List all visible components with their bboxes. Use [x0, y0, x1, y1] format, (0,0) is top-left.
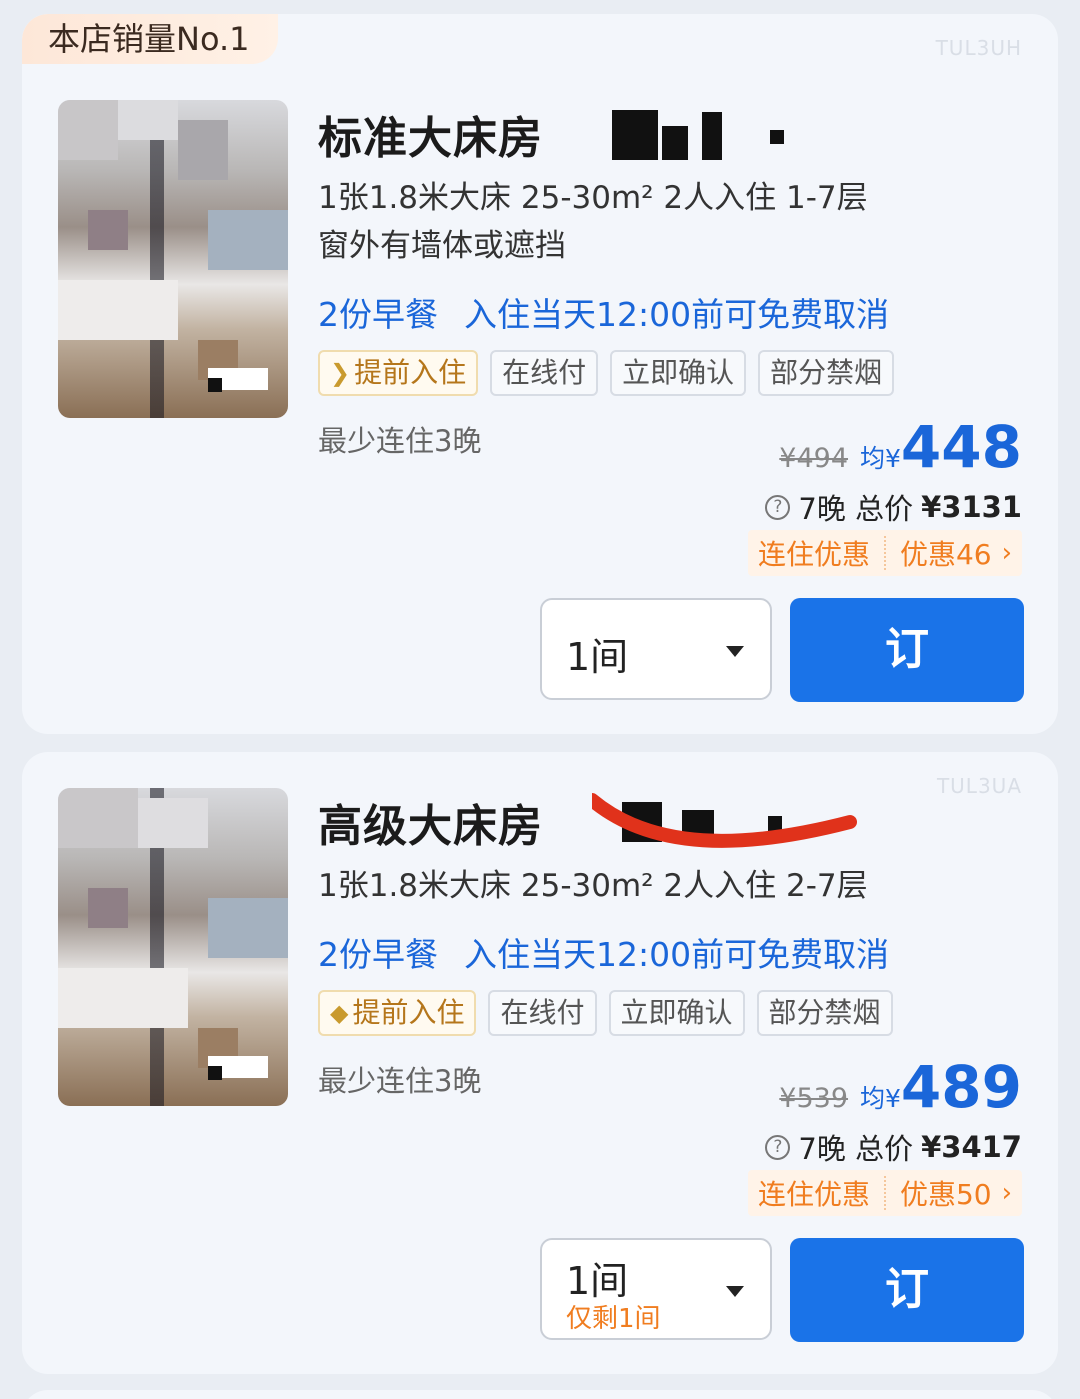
discount-badge[interactable]: 连住优惠 优惠50 › [747, 1170, 1022, 1216]
rooms-remaining: 仅剩1间 [566, 1304, 661, 1334]
help-icon[interactable]: ? [765, 494, 791, 520]
tag-online-pay: 在线付 [490, 350, 599, 396]
room-perks: 2份早餐 入住当天12:00前可免费取消 [318, 928, 889, 976]
quantity-value: 1间 [566, 635, 629, 679]
total-price: ¥3417 [921, 1130, 1022, 1164]
room-specs: 1张1.8米大床 25-30m² 2人入住 2-7层 [318, 862, 868, 910]
tag-instant-confirm: 立即确认 [608, 990, 745, 1036]
tag-partial-nonsmoking: 部分禁烟 [756, 990, 893, 1036]
tag-early-checkin[interactable]: ◆ 提前入住 [318, 990, 477, 1036]
cancellation-policy[interactable]: 入住当天12:00前可免费取消 [464, 295, 889, 334]
discount-amount: 优惠46 [899, 538, 992, 571]
room-code: TUL3UA [936, 774, 1022, 798]
total-price-row[interactable]: ? 7晚 总价 ¥3131 [765, 486, 1022, 528]
discount-amount: 优惠50 [899, 1178, 992, 1211]
caret-down-icon [726, 1286, 744, 1297]
redaction-mark [770, 130, 784, 144]
tag-partial-nonsmoking: 部分禁烟 [758, 350, 895, 396]
help-icon[interactable]: ? [765, 1134, 791, 1160]
room-photo[interactable] [58, 100, 288, 418]
redaction-mark [702, 112, 722, 160]
room-card-partial [22, 1390, 1058, 1399]
diamond-icon: ◆ [330, 999, 349, 1027]
room-name: 标准大床房 [318, 113, 543, 164]
breakfast-info: 2份早餐 [318, 295, 438, 334]
tag-instant-confirm: 立即确认 [610, 350, 747, 396]
diamond-icon: ❯ [330, 359, 351, 387]
chevron-right-icon: › [1001, 538, 1012, 568]
total-label: 7晚 总价 [798, 492, 914, 526]
room-perks: 2份早餐 入住当天12:00前可免费取消 [318, 288, 889, 336]
room-specs-line: 1张1.8米大床 25-30m² 2人入住 2-7层 [318, 868, 868, 904]
room-card[interactable]: TUL3UA 高级大床房 1张1.8米大床 25-30m² 2人入住 2-7层 … [22, 752, 1058, 1374]
room-view-note: 窗外有墙体或遮挡 [318, 228, 566, 264]
bestseller-badge: 本店销量No.1 [22, 14, 278, 64]
room-card[interactable]: 本店销量No.1 TUL3UH 标准大床房 1张1.8米大床 25-30m² 2… [22, 14, 1058, 734]
total-price-row[interactable]: ? 7晚 总价 ¥3417 [765, 1126, 1022, 1168]
tag-online-pay: 在线付 [488, 990, 597, 1036]
room-specs-line: 1张1.8米大床 25-30m² 2人入住 1-7层 [318, 180, 868, 216]
price-row: ¥539 均¥ 489 [779, 1058, 1022, 1116]
tag-early-checkin[interactable]: ❯ 提前入住 [318, 350, 479, 396]
quantity-value: 1间 [566, 1259, 629, 1303]
original-price: ¥539 [779, 1083, 849, 1114]
redaction-mark [662, 126, 688, 160]
min-stay: 最少连住3晚 [318, 1064, 482, 1098]
min-stay: 最少连住3晚 [318, 424, 482, 458]
divider [883, 536, 886, 570]
discount-label: 连住优惠 [757, 538, 870, 571]
divider [883, 1176, 886, 1210]
price-row: ¥494 均¥ 448 [779, 418, 1022, 476]
room-photo[interactable] [58, 788, 288, 1106]
discount-label: 连住优惠 [757, 1178, 870, 1211]
room-name: 高级大床房 [318, 801, 543, 852]
avg-price-prefix: 均¥ [860, 444, 901, 473]
original-price: ¥494 [779, 443, 849, 474]
room-quantity-select[interactable]: 1间 [540, 598, 772, 700]
tag-list: ❯ 提前入住 在线付 立即确认 部分禁烟 [318, 350, 895, 396]
chevron-right-icon: › [1001, 1178, 1012, 1208]
tag-list: ◆ 提前入住 在线付 立即确认 部分禁烟 [318, 990, 893, 1036]
avg-price-prefix: 均¥ [860, 1084, 901, 1113]
total-price: ¥3131 [921, 490, 1022, 524]
caret-down-icon [726, 646, 744, 657]
cancellation-policy[interactable]: 入住当天12:00前可免费取消 [464, 935, 889, 974]
breakfast-info: 2份早餐 [318, 935, 438, 974]
total-label: 7晚 总价 [798, 1132, 914, 1166]
avg-price: 489 [900, 1053, 1022, 1121]
room-list: 本店销量No.1 TUL3UH 标准大床房 1张1.8米大床 25-30m² 2… [0, 0, 1080, 1399]
red-scribble [592, 793, 857, 848]
redaction-mark [612, 110, 658, 160]
avg-price: 448 [900, 413, 1022, 481]
room-code: TUL3UH [935, 36, 1022, 60]
room-quantity-select[interactable]: 1间 仅剩1间 [540, 1238, 772, 1340]
book-button[interactable]: 订 [790, 1238, 1024, 1342]
book-button[interactable]: 订 [790, 598, 1024, 702]
discount-badge[interactable]: 连住优惠 优惠46 › [747, 530, 1022, 576]
room-specs: 1张1.8米大床 25-30m² 2人入住 1-7层 窗外有墙体或遮挡 [318, 174, 868, 270]
